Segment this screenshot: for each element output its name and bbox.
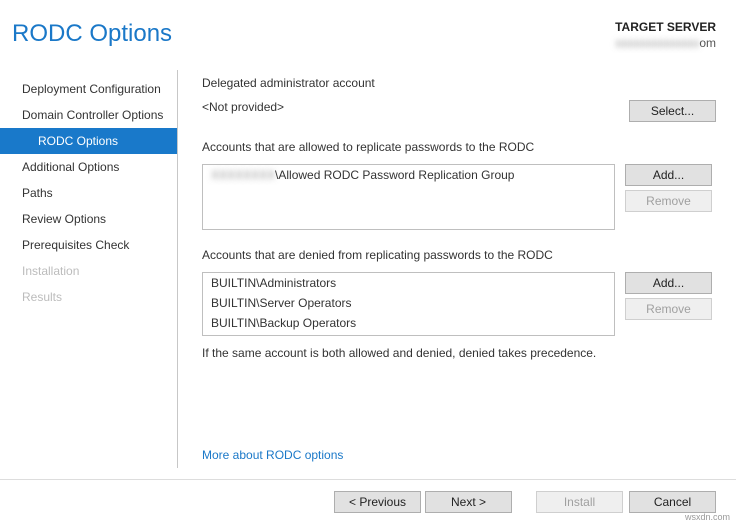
list-item[interactable]: BUILTIN\Administrators <box>203 273 614 293</box>
next-button[interactable]: Next > <box>425 491 512 513</box>
delegated-admin-value: <Not provided> <box>202 100 619 114</box>
delegated-admin-label: Delegated administrator account <box>202 76 716 90</box>
delegated-admin-row: <Not provided> Select... <box>202 100 716 122</box>
sidebar: Deployment Configuration Domain Controll… <box>0 70 178 468</box>
body: Deployment Configuration Domain Controll… <box>0 58 736 468</box>
install-button: Install <box>536 491 623 513</box>
allowed-accounts-list[interactable]: XXXXXXXX\Allowed RODC Password Replicati… <box>202 164 615 230</box>
sidebar-item-paths[interactable]: Paths <box>0 180 177 206</box>
select-button[interactable]: Select... <box>629 100 716 122</box>
allowed-accounts-label: Accounts that are allowed to replicate p… <box>202 140 716 154</box>
page-title: RODC Options <box>12 20 172 48</box>
sidebar-item-domain-controller-options[interactable]: Domain Controller Options <box>0 102 177 128</box>
sidebar-item-results: Results <box>0 284 177 310</box>
denied-remove-button: Remove <box>625 298 712 320</box>
denied-accounts-row: BUILTIN\Administrators BUILTIN\Server Op… <box>202 272 716 336</box>
precedence-note: If the same account is both allowed and … <box>202 346 716 360</box>
target-server-block: TARGET SERVER xxxxxxxxxxxxxxom <box>615 20 716 50</box>
allowed-remove-button: Remove <box>625 190 712 212</box>
nav-buttons-group: < Previous Next > <box>334 491 512 513</box>
allowed-buttons: Add... Remove <box>625 164 712 212</box>
watermark: wsxdn.com <box>685 512 730 522</box>
denied-accounts-label: Accounts that are denied from replicatin… <box>202 248 716 262</box>
previous-button[interactable]: < Previous <box>334 491 421 513</box>
target-server-value: xxxxxxxxxxxxxxom <box>615 36 716 50</box>
sidebar-item-rodc-options[interactable]: RODC Options <box>0 128 177 154</box>
denied-accounts-list[interactable]: BUILTIN\Administrators BUILTIN\Server Op… <box>202 272 615 336</box>
more-about-link[interactable]: More about RODC options <box>202 448 343 462</box>
allowed-accounts-row: XXXXXXXX\Allowed RODC Password Replicati… <box>202 164 716 230</box>
list-item[interactable]: XXXXXXXX\Allowed RODC Password Replicati… <box>203 165 614 185</box>
sidebar-item-additional-options[interactable]: Additional Options <box>0 154 177 180</box>
cancel-button[interactable]: Cancel <box>629 491 716 513</box>
footer: < Previous Next > Install Cancel <box>0 479 736 523</box>
sidebar-item-deployment-configuration[interactable]: Deployment Configuration <box>0 76 177 102</box>
header: RODC Options TARGET SERVER xxxxxxxxxxxxx… <box>0 0 736 58</box>
denied-add-button[interactable]: Add... <box>625 272 712 294</box>
sidebar-item-installation: Installation <box>0 258 177 284</box>
list-item[interactable]: BUILTIN\Server Operators <box>203 293 614 313</box>
target-server-label: TARGET SERVER <box>615 20 716 34</box>
allowed-add-button[interactable]: Add... <box>625 164 712 186</box>
sidebar-item-review-options[interactable]: Review Options <box>0 206 177 232</box>
sidebar-item-prerequisites-check[interactable]: Prerequisites Check <box>0 232 177 258</box>
main-panel: Delegated administrator account <Not pro… <box>178 70 736 468</box>
denied-buttons: Add... Remove <box>625 272 712 320</box>
list-item[interactable]: BUILTIN\Backup Operators <box>203 313 614 333</box>
